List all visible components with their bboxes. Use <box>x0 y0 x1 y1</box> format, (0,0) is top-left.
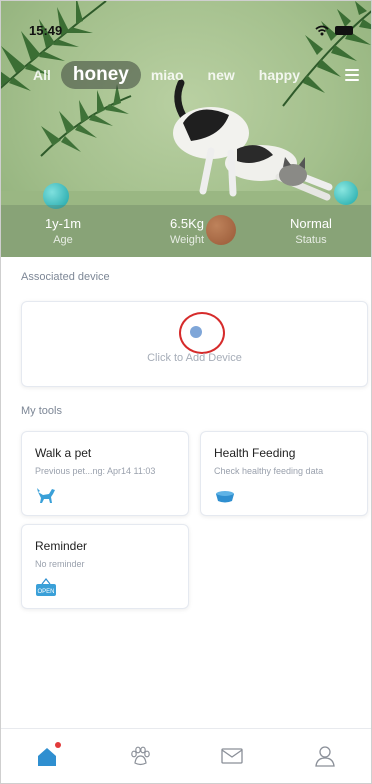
dog-icon <box>37 488 55 503</box>
pet-tab-happy[interactable]: happy <box>259 67 300 83</box>
bottom-tab-bar <box>1 728 371 783</box>
tool-title: Walk a pet <box>35 446 92 460</box>
toy-ball <box>334 181 358 205</box>
status-time: 15:49 <box>29 23 63 38</box>
tool-title: Health Feeding <box>214 446 296 460</box>
app-screen: 15:49 All honey miao new happy 1y-1m Age <box>0 0 372 784</box>
paw-icon <box>130 746 150 766</box>
pet-tab-new[interactable]: new <box>208 67 235 83</box>
home-tab[interactable] <box>33 742 62 770</box>
highlight-circle <box>179 312 225 354</box>
tool-title: Reminder <box>35 539 88 553</box>
stat-weight: 6.5Kg Weight <box>125 205 249 257</box>
stat-status: Normal Status <box>249 205 371 257</box>
walk-a-pet-card[interactable]: Walk a pet Previous pet...ng: Apr14 11:0… <box>21 431 189 516</box>
status-bar: 15:49 <box>29 23 353 38</box>
tool-subtitle: No reminder <box>35 559 85 569</box>
home-icon <box>38 748 57 766</box>
pet-tabs: All honey miao new happy <box>33 61 359 89</box>
health-feeding-card[interactable]: Health Feeding Check healthy feeding dat… <box>200 431 368 516</box>
notification-dot <box>55 742 62 748</box>
stat-value: 6.5Kg <box>170 216 204 231</box>
pet-tab-miao[interactable]: miao <box>151 67 184 83</box>
mail-icon <box>221 748 243 764</box>
stat-label: Age <box>53 234 73 246</box>
tool-subtitle: Check healthy feeding data <box>214 466 324 476</box>
stat-value: Normal <box>290 216 332 231</box>
reminder-card[interactable]: Reminder No reminder OPEN <box>21 524 189 609</box>
associated-device-heading: Associated device <box>21 271 110 283</box>
user-icon <box>315 746 335 767</box>
my-tools-heading: My tools <box>21 405 62 417</box>
profile-tab[interactable] <box>311 742 339 770</box>
menu-icon[interactable] <box>345 69 359 81</box>
stat-label: Weight <box>169 234 205 246</box>
pet-stats-bar: 1y-1m Age 6.5Kg Weight Normal Status <box>1 205 371 257</box>
pet-tab-honey[interactable]: honey <box>60 61 141 89</box>
tool-subtitle: Previous pet...ng: Apr14 11:03 <box>35 466 156 476</box>
wifi-icon <box>315 25 329 36</box>
stat-value: 1y-1m <box>44 216 82 231</box>
battery-icon <box>335 26 353 35</box>
cat-photo <box>173 79 333 201</box>
stat-age: 1y-1m Age <box>1 205 125 257</box>
open-sign-icon: OPEN <box>36 578 56 596</box>
add-device-card[interactable]: Click to Add Device <box>21 301 368 387</box>
messages-tab[interactable] <box>218 742 246 770</box>
pet-hero-banner: 15:49 All honey miao new happy 1y-1m Age <box>1 1 371 257</box>
stat-label: Status <box>295 234 327 246</box>
open-sign-text: OPEN <box>37 589 54 595</box>
pet-tab-all[interactable]: All <box>33 67 51 83</box>
food-bowl-icon <box>216 491 234 503</box>
add-device-label[interactable]: Click to Add Device <box>22 352 367 364</box>
pets-tab[interactable] <box>126 742 154 770</box>
